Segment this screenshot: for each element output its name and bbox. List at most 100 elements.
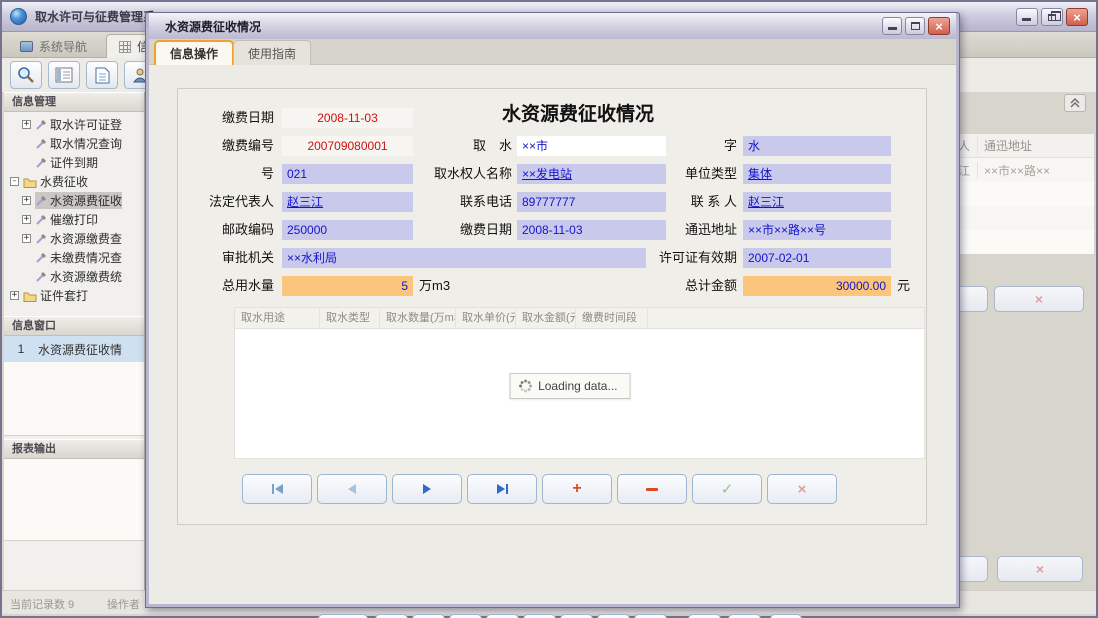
tree-folder[interactable]: - 水费征收 (4, 172, 144, 191)
first-record-button[interactable] (242, 474, 312, 504)
tree-item[interactable]: + 水资源缴费查 (4, 229, 144, 248)
search-button[interactable] (10, 61, 42, 89)
postcode-field[interactable]: 250000 (282, 220, 413, 240)
expand-icon[interactable]: + (22, 215, 31, 224)
valid-date-field[interactable]: 2007-02-01 (743, 248, 891, 268)
grid-column[interactable]: 取水数量(万m3) (380, 308, 456, 328)
report-button[interactable] (48, 61, 80, 89)
minimize-button[interactable] (1016, 8, 1038, 26)
tree-item[interactable]: 证件到期 (4, 153, 144, 172)
field-label: 字 (674, 136, 737, 156)
tree-item-selected[interactable]: + 水资源费征收 (4, 191, 144, 210)
phone-field[interactable]: 89777777 (517, 192, 666, 212)
search-icon (17, 66, 35, 84)
sidebar-header-info: 信息管理 (4, 92, 144, 112)
dialog-bottom-toolbar: 增加 ✓ × (149, 614, 956, 618)
next-button[interactable] (449, 614, 482, 618)
next-record-button[interactable] (392, 474, 462, 504)
dialog-maximize-button[interactable] (905, 17, 925, 35)
unit-type-field[interactable]: 集体 (743, 164, 891, 184)
grid-body: Loading data... (234, 329, 925, 459)
tab-system-navigation[interactable]: 系统导航 (8, 34, 99, 58)
tree-folder[interactable]: + 证件套打 (4, 286, 144, 305)
cancel-record-button[interactable]: × (767, 474, 837, 504)
grid-column[interactable]: 取水金额(元) (516, 308, 576, 328)
insert-record-button[interactable]: + (542, 474, 612, 504)
grid-column[interactable]: 取水类型 (320, 308, 380, 328)
address-field[interactable]: ××市××路××号 (743, 220, 891, 240)
field-label: 总用水量 (178, 276, 274, 296)
grid-column[interactable]: 缴费时间段 (576, 308, 648, 328)
check-icon: ✓ (721, 482, 734, 497)
minimize-icon (888, 27, 897, 30)
record-navigator: + ✓ × (242, 474, 837, 504)
last-button[interactable] (486, 614, 519, 618)
holder-field[interactable]: ××发电站 (517, 164, 666, 184)
expand-icon[interactable]: + (10, 291, 19, 300)
hao-field[interactable]: 021 (282, 164, 413, 184)
run-button[interactable] (770, 614, 802, 618)
edit-button[interactable] (560, 614, 593, 618)
contact-field[interactable]: 赵三江 (743, 192, 891, 212)
intake-field[interactable]: ××市 (517, 136, 666, 156)
collapse-panel-button[interactable] (1064, 94, 1086, 112)
prev-button[interactable] (412, 614, 445, 618)
print-button[interactable] (688, 614, 721, 618)
total-amount-field[interactable]: 30000.00 (743, 276, 891, 296)
unit-label: 元 (897, 276, 910, 296)
report-icon (55, 67, 73, 83)
dialog-minimize-button[interactable] (882, 17, 902, 35)
total-water-field[interactable]: 5 (282, 276, 413, 296)
prev-record-button[interactable] (317, 474, 387, 504)
column-header-address[interactable]: 通迅地址 (978, 137, 1032, 154)
confirm-button[interactable]: ✓ (597, 614, 630, 618)
tree-item[interactable]: 取水情况查询 (4, 134, 144, 153)
expand-icon[interactable]: + (22, 120, 31, 129)
tree-item[interactable]: + 取水许可证登 (4, 115, 144, 134)
pay-date-field[interactable]: 2008-11-03 (282, 108, 413, 128)
next-icon (423, 484, 431, 494)
info-window-item[interactable]: 1 水资源费征收情 (4, 336, 144, 362)
field-label: 号 (178, 164, 274, 184)
tab-user-guide[interactable]: 使用指南 (233, 40, 311, 65)
tree-item[interactable]: 水资源缴费统 (4, 267, 144, 286)
tab-info-operation[interactable]: 信息操作 (154, 40, 234, 65)
expand-icon[interactable]: + (22, 234, 31, 243)
grid-column[interactable]: 取水用途 (235, 308, 320, 328)
dialog-titlebar[interactable]: 水资源费征收情况 × (149, 13, 956, 39)
zi-field[interactable]: 水 (743, 136, 891, 156)
dialog-window: 水资源费征收情况 × 信息操作 使用指南 水资源费征收情况 缴费日期 2008-… (145, 12, 960, 608)
delete-record-button[interactable] (617, 474, 687, 504)
pay-no-field[interactable]: 200709080001 (282, 136, 413, 156)
table-row[interactable]: 江 ××市××路×× (942, 158, 1094, 182)
print-preview-button[interactable] (728, 614, 761, 618)
close-button[interactable]: × (1066, 8, 1088, 26)
last-record-button[interactable] (467, 474, 537, 504)
operator-label: 操作者 (107, 596, 140, 612)
pay-date2-field[interactable]: 2008-11-03 (517, 220, 666, 240)
document-button[interactable] (86, 61, 118, 89)
plus-icon: + (572, 481, 581, 497)
background-cancel-button[interactable]: × (994, 286, 1084, 312)
collapse-expand-icon[interactable]: - (10, 177, 19, 186)
grid-column[interactable]: 取水单价(元) (456, 308, 516, 328)
approve-org-field[interactable]: ××水利局 (282, 248, 646, 268)
tree-item[interactable]: 未缴费情况查 (4, 248, 144, 267)
field-label: 通迅地址 (674, 220, 737, 240)
field-label: 总计金额 (674, 276, 737, 296)
add-button[interactable]: 增加 (318, 614, 368, 618)
restore-button[interactable] (1041, 8, 1063, 26)
table-row (942, 182, 1094, 206)
spinner-icon (518, 379, 532, 393)
background-cancel-button[interactable]: × (997, 556, 1083, 582)
cancel-button[interactable]: × (634, 614, 667, 618)
first-button[interactable] (375, 614, 408, 618)
field-label: 许可证有效期 (628, 248, 737, 268)
expand-icon[interactable]: + (22, 196, 31, 205)
tree-item[interactable]: + 催缴打印 (4, 210, 144, 229)
dialog-close-button[interactable]: × (928, 17, 950, 35)
post-record-button[interactable]: ✓ (692, 474, 762, 504)
grid-icon (119, 41, 131, 53)
legal-rep-field[interactable]: 赵三江 (282, 192, 413, 212)
delete-button[interactable] (523, 614, 556, 618)
